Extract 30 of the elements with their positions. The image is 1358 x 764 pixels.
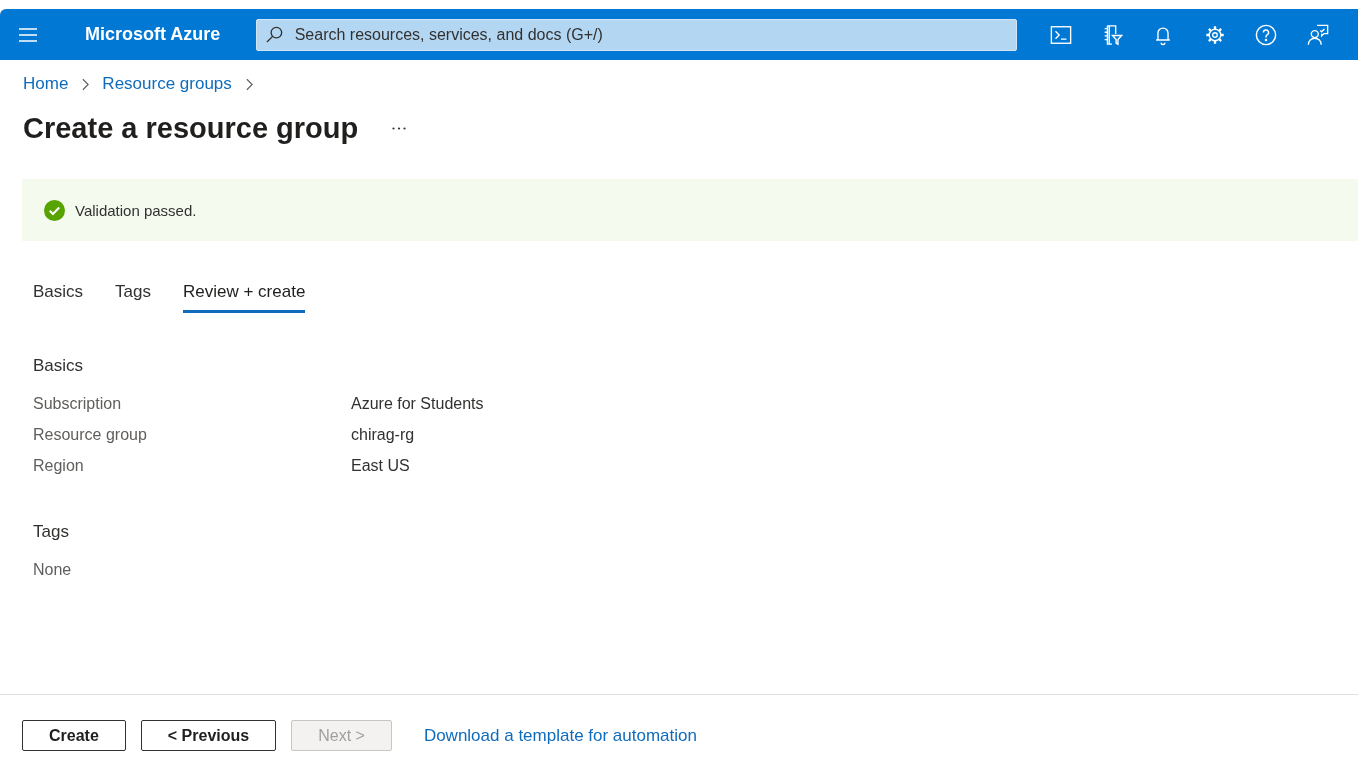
search-field[interactable]: Search resources, services, and docs (G+/) xyxy=(255,18,1017,51)
section-heading: Basics xyxy=(33,355,84,377)
field-value: chirag-rg xyxy=(351,425,415,444)
settings-icon[interactable] xyxy=(1203,23,1226,46)
terminal-icon[interactable] xyxy=(1049,23,1072,46)
tab[interactable]: Review + create xyxy=(183,280,306,313)
validation-message: Validation passed. xyxy=(75,201,197,219)
footer-button[interactable]: Create xyxy=(22,720,126,751)
breadcrumb-link[interactable]: Home xyxy=(23,72,69,96)
page-title: Create a resource group xyxy=(23,111,359,146)
field-label: Region xyxy=(33,456,84,475)
brand-link[interactable]: Microsoft Azure xyxy=(85,24,223,45)
tab[interactable]: Basics xyxy=(33,280,84,313)
section-heading: Tags xyxy=(33,521,69,543)
download-template-link[interactable]: Download a template for automation xyxy=(423,720,697,751)
person-feedback-icon[interactable] xyxy=(1306,23,1329,46)
footer-button[interactable]: < Previous xyxy=(140,720,277,751)
field-value: Azure for Students xyxy=(351,394,484,413)
help-icon[interactable] xyxy=(1255,23,1278,46)
chevron-right-icon xyxy=(245,77,253,91)
field-value: East US xyxy=(351,456,410,475)
breadcrumb-link[interactable]: Resource groups xyxy=(102,72,232,96)
field-label: Subscription xyxy=(33,394,122,413)
empty-tags-text: None xyxy=(33,560,72,579)
tab[interactable]: Tags xyxy=(115,280,151,313)
chevron-right-icon xyxy=(82,77,90,91)
field-label: Resource group xyxy=(33,425,147,444)
search-icon xyxy=(265,26,283,43)
more-options-icon[interactable] xyxy=(392,126,407,130)
menu-icon[interactable] xyxy=(19,27,37,42)
